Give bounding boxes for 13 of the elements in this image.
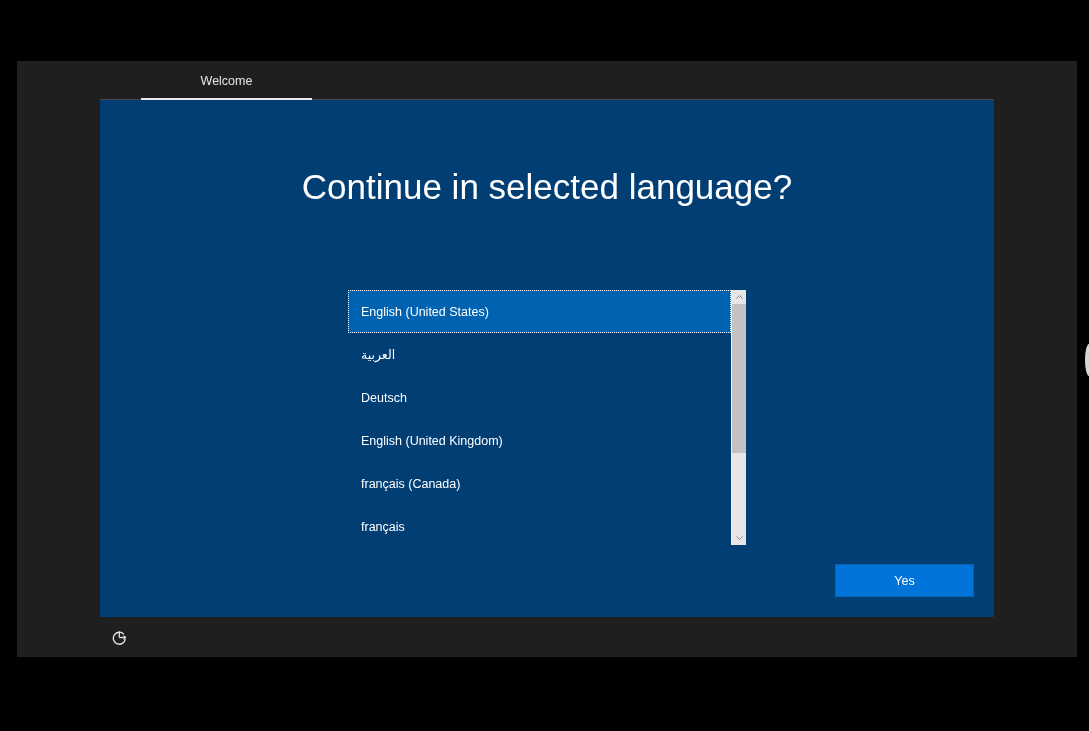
language-option[interactable]: English (United States)	[348, 290, 731, 333]
chevron-down-icon[interactable]	[735, 536, 743, 540]
chevron-up-icon[interactable]	[735, 295, 743, 299]
scrollbar-thumb[interactable]	[732, 304, 746, 453]
language-option[interactable]: français (Canada)	[348, 462, 731, 505]
scrollbar[interactable]	[731, 290, 746, 545]
page-title: Continue in selected language?	[301, 166, 793, 208]
language-option[interactable]: العربية	[348, 333, 731, 376]
yes-button[interactable]: Yes	[835, 564, 974, 597]
language-option[interactable]: français	[348, 505, 731, 545]
language-option[interactable]: English (United Kingdom)	[348, 419, 731, 462]
circular-arrow-icon[interactable]	[112, 629, 127, 645]
language-option[interactable]: Deutsch	[348, 376, 731, 419]
